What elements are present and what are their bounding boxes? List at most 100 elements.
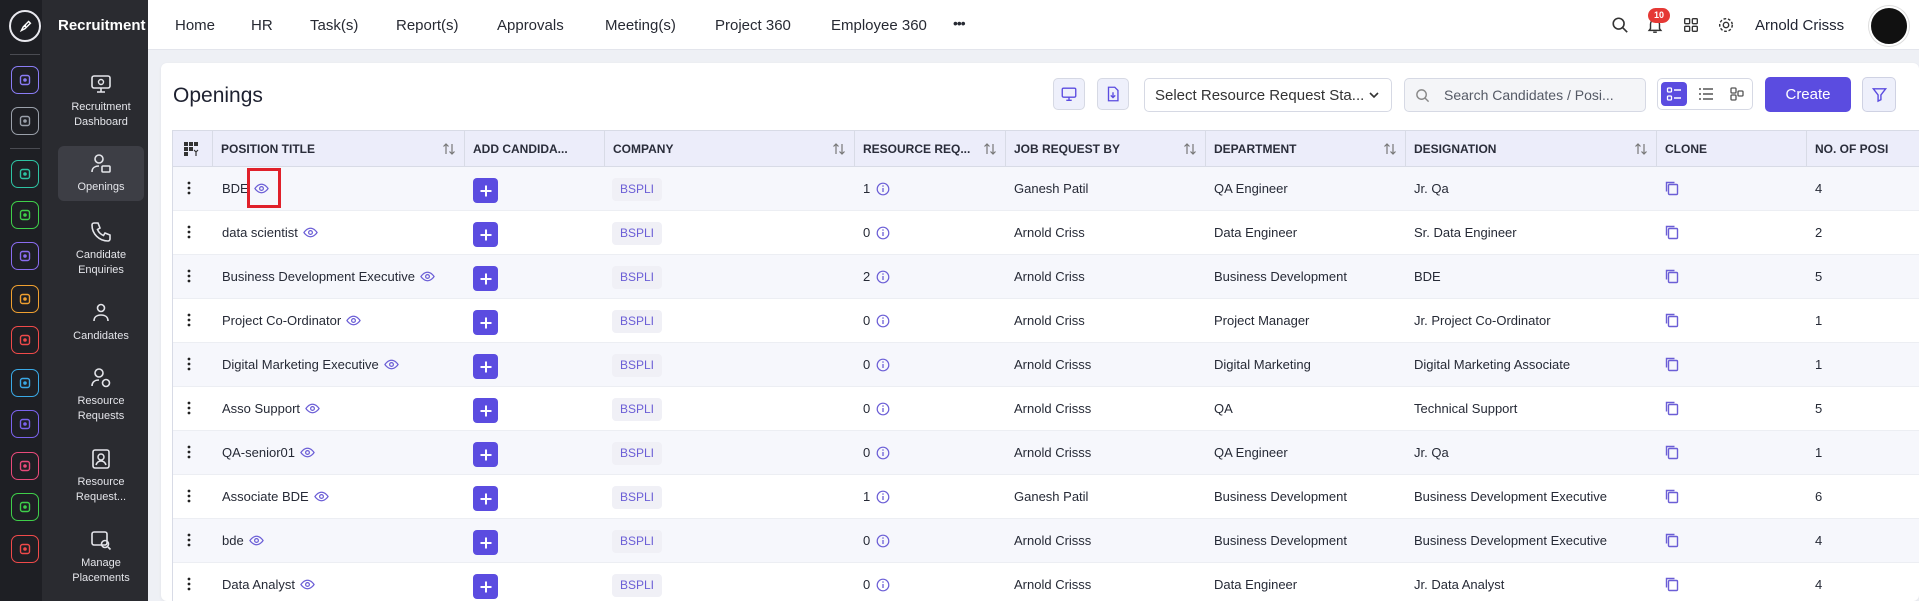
column-department[interactable]: DEPARTMENT	[1206, 131, 1406, 167]
nav-reports[interactable]: Report(s)	[396, 17, 459, 34]
export-button[interactable]	[1097, 78, 1129, 110]
position-title-cell[interactable]: Asso Support	[222, 387, 320, 431]
apps-grid-icon[interactable]	[1681, 15, 1701, 35]
clone-icon[interactable]	[1664, 400, 1680, 416]
column-resource-request[interactable]: RESOURCE REQ...	[855, 131, 1006, 167]
add-candidate-button[interactable]	[473, 310, 498, 335]
rail-document-icon[interactable]	[11, 493, 39, 521]
info-icon[interactable]	[876, 534, 890, 548]
eye-icon[interactable]	[305, 401, 320, 416]
position-title-cell[interactable]: data scientist	[222, 211, 318, 255]
position-title-cell[interactable]: Data Analyst	[222, 563, 315, 601]
table-row[interactable]: QA-senior01 BSPLI 0 Arnold Crisss QA Enginee…	[173, 431, 1919, 475]
row-menu-icon[interactable]	[187, 225, 191, 239]
row-menu-icon[interactable]	[187, 533, 191, 547]
resource-request-status-select[interactable]: Select Resource Request Sta...	[1144, 78, 1392, 112]
nav-approvals[interactable]: Approvals	[497, 17, 564, 34]
nav-more-icon[interactable]: •••	[953, 15, 966, 31]
rail-ribbon-icon[interactable]	[11, 535, 39, 563]
table-row[interactable]: Asso Support BSPLI 0 Arnold Crisss QA Technic…	[173, 387, 1919, 431]
sidebar-item-candidate-enquiries[interactable]: Candidate Enquiries	[58, 220, 144, 278]
rail-wheat-icon[interactable]	[11, 285, 39, 313]
app-logo-icon[interactable]	[9, 10, 41, 42]
info-icon[interactable]	[876, 270, 890, 284]
row-menu-icon[interactable]	[187, 445, 191, 459]
clone-icon[interactable]	[1664, 488, 1680, 504]
add-candidate-button[interactable]	[473, 222, 498, 247]
info-icon[interactable]	[876, 182, 890, 196]
eye-icon[interactable]	[300, 445, 315, 460]
table-row[interactable]: Associate BDE BSPLI 1 Ganesh Patil Business …	[173, 475, 1919, 519]
table-row[interactable]: Business Development Executive BSPLI 2 Arno…	[173, 255, 1919, 299]
rail-airplane-icon[interactable]	[11, 410, 39, 438]
clone-icon[interactable]	[1664, 224, 1680, 240]
row-menu-icon[interactable]	[187, 181, 191, 195]
search-box[interactable]	[1404, 78, 1646, 112]
add-candidate-button[interactable]	[473, 486, 498, 511]
rail-target-icon[interactable]	[11, 326, 39, 354]
screen-view-button[interactable]	[1053, 78, 1085, 110]
clone-icon[interactable]	[1664, 180, 1680, 196]
table-row[interactable]: Project Co-Ordinator BSPLI 0 Arnold Criss Pr…	[173, 299, 1919, 343]
position-title-cell[interactable]: Associate BDE	[222, 475, 329, 519]
info-icon[interactable]	[876, 226, 890, 240]
row-menu-icon[interactable]	[187, 357, 191, 371]
position-title-cell[interactable]: Digital Marketing Executive	[222, 343, 399, 387]
sort-icon[interactable]	[1183, 142, 1197, 156]
row-menu-icon[interactable]	[187, 489, 191, 503]
clone-icon[interactable]	[1664, 356, 1680, 372]
row-menu-icon[interactable]	[187, 269, 191, 283]
row-menu-icon[interactable]	[187, 401, 191, 415]
list-view-icon[interactable]	[1693, 82, 1719, 106]
nav-meetings[interactable]: Meeting(s)	[605, 17, 676, 34]
sidebar-item-candidates[interactable]: Candidates	[58, 301, 144, 344]
card-list-view-icon[interactable]	[1661, 82, 1687, 106]
search-input[interactable]	[1444, 87, 1644, 103]
sort-icon[interactable]	[832, 142, 846, 156]
add-candidate-button[interactable]	[473, 574, 498, 599]
eye-icon[interactable]	[384, 357, 399, 372]
column-no-of-positions[interactable]: NO. OF POSI	[1807, 131, 1919, 167]
sort-icon[interactable]	[1383, 142, 1397, 156]
add-candidate-button[interactable]	[473, 178, 498, 203]
nav-project-360[interactable]: Project 360	[715, 17, 791, 34]
sidebar-item-resource-requests[interactable]: Resource Requests	[58, 366, 144, 424]
position-title-cell[interactable]: bde	[222, 519, 264, 563]
row-menu-icon[interactable]	[187, 313, 191, 327]
rail-monitor-icon[interactable]	[11, 452, 39, 480]
table-row[interactable]: bde BSPLI 0 Arnold Crisss Business Developme…	[173, 519, 1919, 563]
sidebar-item-recruitment-dashboard[interactable]: Recruitment Dashboard	[58, 72, 144, 130]
column-position-title[interactable]: POSITION TITLE	[213, 131, 465, 167]
add-candidate-button[interactable]	[473, 398, 498, 423]
table-row[interactable]: Digital Marketing Executive BSPLI 0 Arnold …	[173, 343, 1919, 387]
column-designation[interactable]: DESIGNATION	[1406, 131, 1657, 167]
info-icon[interactable]	[876, 402, 890, 416]
table-row[interactable]: data scientist BSPLI 0 Arnold Criss Data Eng…	[173, 211, 1919, 255]
rail-archive-icon[interactable]	[11, 369, 39, 397]
column-settings-cell[interactable]	[173, 131, 213, 167]
sidebar-item-manage-placements[interactable]: Manage Placements	[58, 528, 144, 586]
avatar[interactable]	[1869, 6, 1909, 46]
clone-icon[interactable]	[1664, 268, 1680, 284]
nav-hr[interactable]: HR	[251, 17, 273, 34]
nav-employee-360[interactable]: Employee 360	[831, 17, 927, 34]
eye-icon[interactable]	[303, 225, 318, 240]
kanban-view-icon[interactable]	[1724, 82, 1750, 106]
eye-icon[interactable]	[248, 533, 264, 548]
info-icon[interactable]	[876, 490, 890, 504]
info-icon[interactable]	[876, 358, 890, 372]
info-icon[interactable]	[876, 446, 890, 460]
column-clone[interactable]: CLONE	[1657, 131, 1807, 167]
table-row[interactable]: BDE BSPLI 1 Ganesh Patil QA Engineer Jr. Qa 4	[173, 167, 1919, 211]
nav-tasks[interactable]: Task(s)	[310, 17, 358, 34]
sort-icon[interactable]	[983, 142, 997, 156]
gear-icon[interactable]	[1716, 15, 1736, 35]
clone-icon[interactable]	[1664, 532, 1680, 548]
rail-pin-icon[interactable]	[11, 107, 39, 135]
column-add-candidate[interactable]: ADD CANDIDA...	[465, 131, 605, 167]
eye-icon[interactable]	[420, 269, 435, 284]
clone-icon[interactable]	[1664, 444, 1680, 460]
info-icon[interactable]	[876, 314, 890, 328]
info-icon[interactable]	[876, 578, 890, 592]
rail-home-icon[interactable]	[11, 66, 39, 94]
